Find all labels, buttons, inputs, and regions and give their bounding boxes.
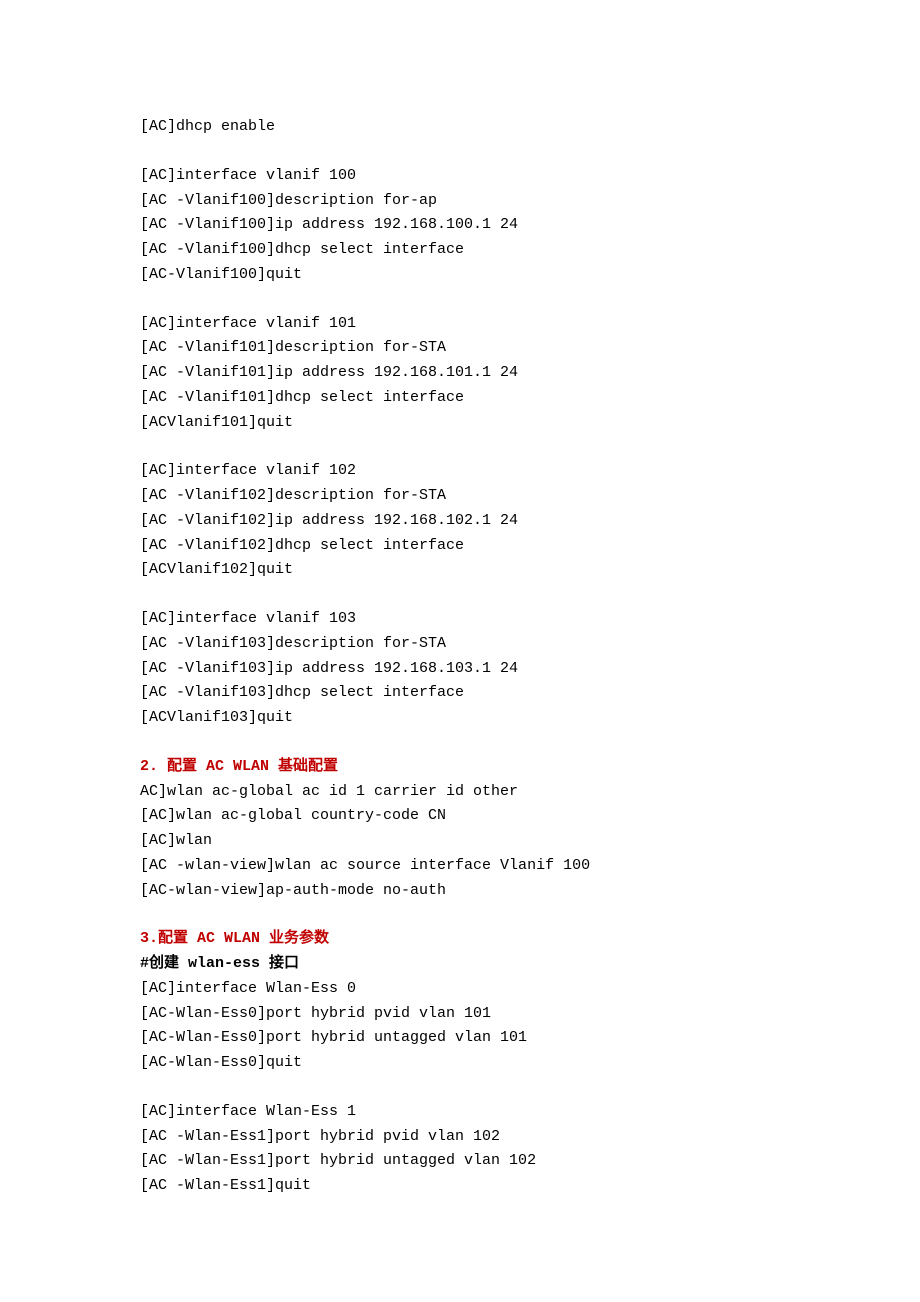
document-page: [AC]dhcp enable [AC]interface vlanif 100… [0, 0, 920, 1302]
section-heading: 2. 配置 AC WLAN 基础配置 [140, 755, 780, 780]
config-block-wlaness0: [AC]interface Wlan-Ess 0 [AC-Wlan-Ess0]p… [140, 977, 780, 1076]
config-line: [AC -Vlanif100]dhcp select interface [140, 238, 780, 263]
config-line: [AC]interface vlanif 102 [140, 459, 780, 484]
config-line: [AC -Vlanif103]dhcp select interface [140, 681, 780, 706]
config-line: [AC]interface vlanif 101 [140, 312, 780, 337]
config-line: [ACVlanif102]quit [140, 558, 780, 583]
config-line: [AC]dhcp enable [140, 115, 780, 140]
config-line: [AC -wlan-view]wlan ac source interface … [140, 854, 780, 879]
config-line: [AC -Vlanif102]ip address 192.168.102.1 … [140, 509, 780, 534]
config-line: [ACVlanif103]quit [140, 706, 780, 731]
config-line: [AC]interface vlanif 103 [140, 607, 780, 632]
config-block-vlanif102: [AC]interface vlanif 102 [AC -Vlanif102]… [140, 459, 780, 583]
config-line: [AC -Vlanif101]dhcp select interface [140, 386, 780, 411]
section-2: 2. 配置 AC WLAN 基础配置 AC]wlan ac-global ac … [140, 755, 780, 904]
config-line: [AC-wlan-view]ap-auth-mode no-auth [140, 879, 780, 904]
config-line: [AC -Wlan-Ess1]quit [140, 1174, 780, 1199]
config-line: [AC-Wlan-Ess0]port hybrid pvid vlan 101 [140, 1002, 780, 1027]
config-line: [AC -Vlanif103]description for-STA [140, 632, 780, 657]
config-line: [AC]interface vlanif 100 [140, 164, 780, 189]
config-line: [AC -Vlanif101]ip address 192.168.101.1 … [140, 361, 780, 386]
config-line: [AC -Vlanif100]ip address 192.168.100.1 … [140, 213, 780, 238]
config-line: [AC-Vlanif100]quit [140, 263, 780, 288]
config-line: [AC -Vlanif102]dhcp select interface [140, 534, 780, 559]
section-subheading: #创建 wlan-ess 接口 [140, 952, 780, 977]
config-block-vlanif101: [AC]interface vlanif 101 [AC -Vlanif101]… [140, 312, 780, 436]
config-line: [AC-Wlan-Ess0]quit [140, 1051, 780, 1076]
config-line: [AC]wlan ac-global country-code CN [140, 804, 780, 829]
config-line: AC]wlan ac-global ac id 1 carrier id oth… [140, 780, 780, 805]
section-3: 3.配置 AC WLAN 业务参数 #创建 wlan-ess 接口 [AC]in… [140, 927, 780, 1199]
config-line: [AC -Vlanif103]ip address 192.168.103.1 … [140, 657, 780, 682]
config-line: [AC -Wlan-Ess1]port hybrid untagged vlan… [140, 1149, 780, 1174]
config-block-vlanif103: [AC]interface vlanif 103 [AC -Vlanif103]… [140, 607, 780, 731]
config-block-wlaness1: [AC]interface Wlan-Ess 1 [AC -Wlan-Ess1]… [140, 1100, 780, 1199]
config-line: [AC -Vlanif102]description for-STA [140, 484, 780, 509]
config-line: [AC]wlan [140, 829, 780, 854]
config-block-dhcp: [AC]dhcp enable [140, 115, 780, 140]
config-line: [AC-Wlan-Ess0]port hybrid untagged vlan … [140, 1026, 780, 1051]
config-line: [ACVlanif101]quit [140, 411, 780, 436]
config-line: [AC -Vlanif100]description for-ap [140, 189, 780, 214]
config-line: [AC -Vlanif101]description for-STA [140, 336, 780, 361]
config-line: [AC -Wlan-Ess1]port hybrid pvid vlan 102 [140, 1125, 780, 1150]
config-block-vlanif100: [AC]interface vlanif 100 [AC -Vlanif100]… [140, 164, 780, 288]
config-line: [AC]interface Wlan-Ess 0 [140, 977, 780, 1002]
config-line: [AC]interface Wlan-Ess 1 [140, 1100, 780, 1125]
section-heading: 3.配置 AC WLAN 业务参数 [140, 927, 780, 952]
